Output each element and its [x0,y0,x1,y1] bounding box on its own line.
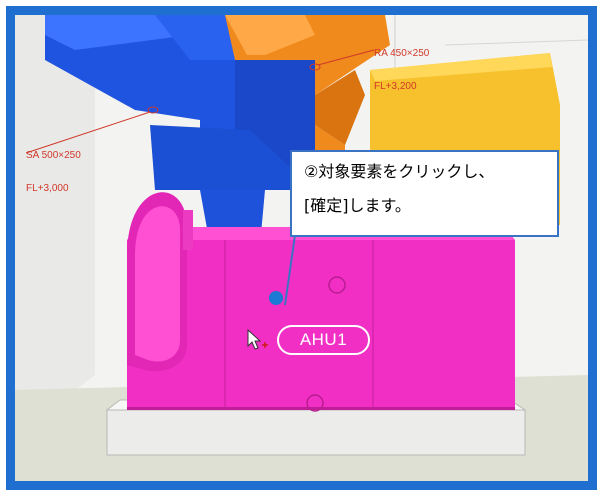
dimension-sa-size: SA 500×250 [26,150,81,161]
dimension-label-ra: RA 450×250 FL+3,200 [374,26,429,114]
callout-pointer-dot [269,291,283,305]
instruction-callout: ②対象要素をクリックし、 [確定]します。 [290,150,559,237]
dimension-ra-level: FL+3,200 [374,81,417,92]
scene-graphics [15,15,588,481]
dimension-sa-level: FL+3,000 [26,183,69,194]
dimension-label-sa: SA 500×250 FL+3,000 [26,128,81,216]
callout-line-1: ②対象要素をクリックし、 [304,162,495,181]
3d-viewport[interactable]: SA 500×250 FL+3,000 RA 450×250 FL+3,200 … [15,15,588,481]
dimension-ra-size: RA 450×250 [374,48,430,59]
equipment-tag-ahu[interactable]: AHU1 [277,325,370,355]
screenshot-frame: SA 500×250 FL+3,000 RA 450×250 FL+3,200 … [6,6,597,490]
callout-line-2: [確定]します。 [304,196,411,215]
